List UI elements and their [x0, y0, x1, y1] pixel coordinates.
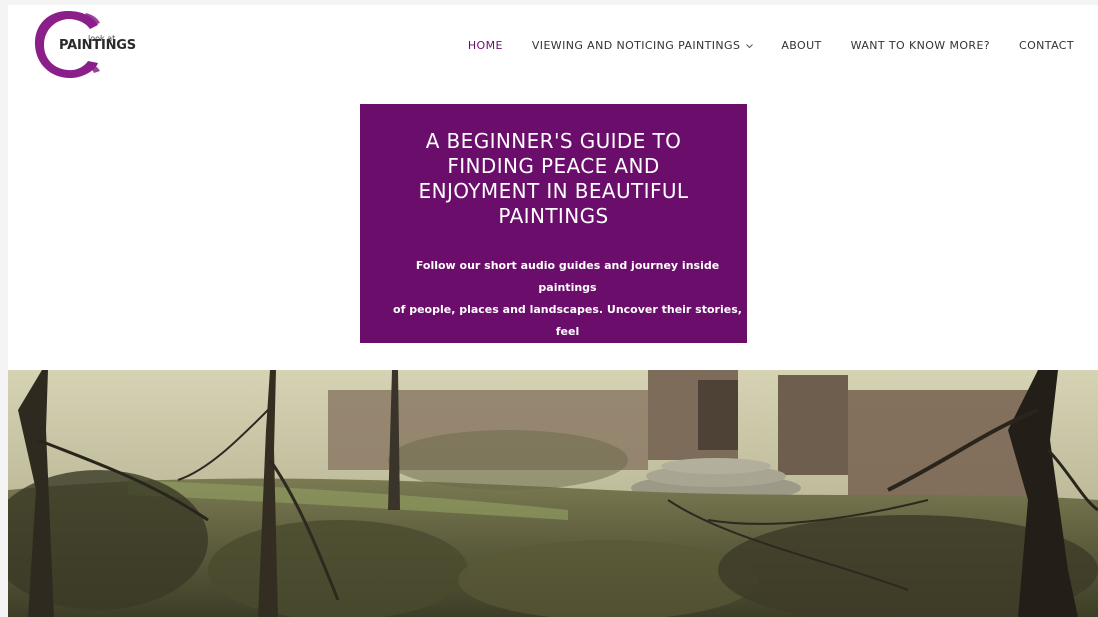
nav-viewing-and-noticing[interactable]: VIEWING AND NOTICING PAINTINGS	[531, 39, 754, 52]
chevron-down-icon	[746, 43, 754, 49]
hero-title: A BEGINNER'S GUIDE TO FINDING PEACE AND …	[399, 129, 709, 229]
nav-viewing-label: VIEWING AND NOTICING PAINTINGS	[531, 39, 741, 52]
nav-home[interactable]: HOME	[468, 39, 503, 52]
nav-about[interactable]: ABOUT	[781, 39, 821, 52]
main-nav: HOME VIEWING AND NOTICING PAINTINGS ABOU…	[439, 39, 1074, 52]
hero-text-line: their moods and notice their details.	[453, 347, 682, 360]
nav-contact[interactable]: CONTACT	[1019, 39, 1074, 52]
hero-title-line: ENJOYMENT IN BEAUTIFUL	[418, 179, 689, 203]
hero-text-line: Follow our short audio guides and journe…	[415, 259, 720, 294]
hero-title-line: PAINTINGS	[498, 204, 609, 228]
garden-ruins-painting	[8, 370, 1098, 617]
hero-box: A BEGINNER'S GUIDE TO FINDING PEACE AND …	[360, 104, 747, 360]
hero-description: Follow our short audio guides and journe…	[390, 255, 745, 365]
hero-title-line: FINDING PEACE AND	[447, 154, 660, 178]
hero-painting-image	[8, 370, 1098, 617]
hero-text-line: of people, places and landscapes. Uncove…	[393, 303, 742, 338]
page: look at PAINTINGS HOME VIEWING AND NOTIC…	[0, 0, 1098, 617]
nav-want-to-know-more[interactable]: WANT TO KNOW MORE?	[851, 39, 990, 52]
hero-title-line: A BEGINNER'S GUIDE TO	[425, 129, 682, 153]
logo-big-text: PAINTINGS	[59, 38, 136, 53]
